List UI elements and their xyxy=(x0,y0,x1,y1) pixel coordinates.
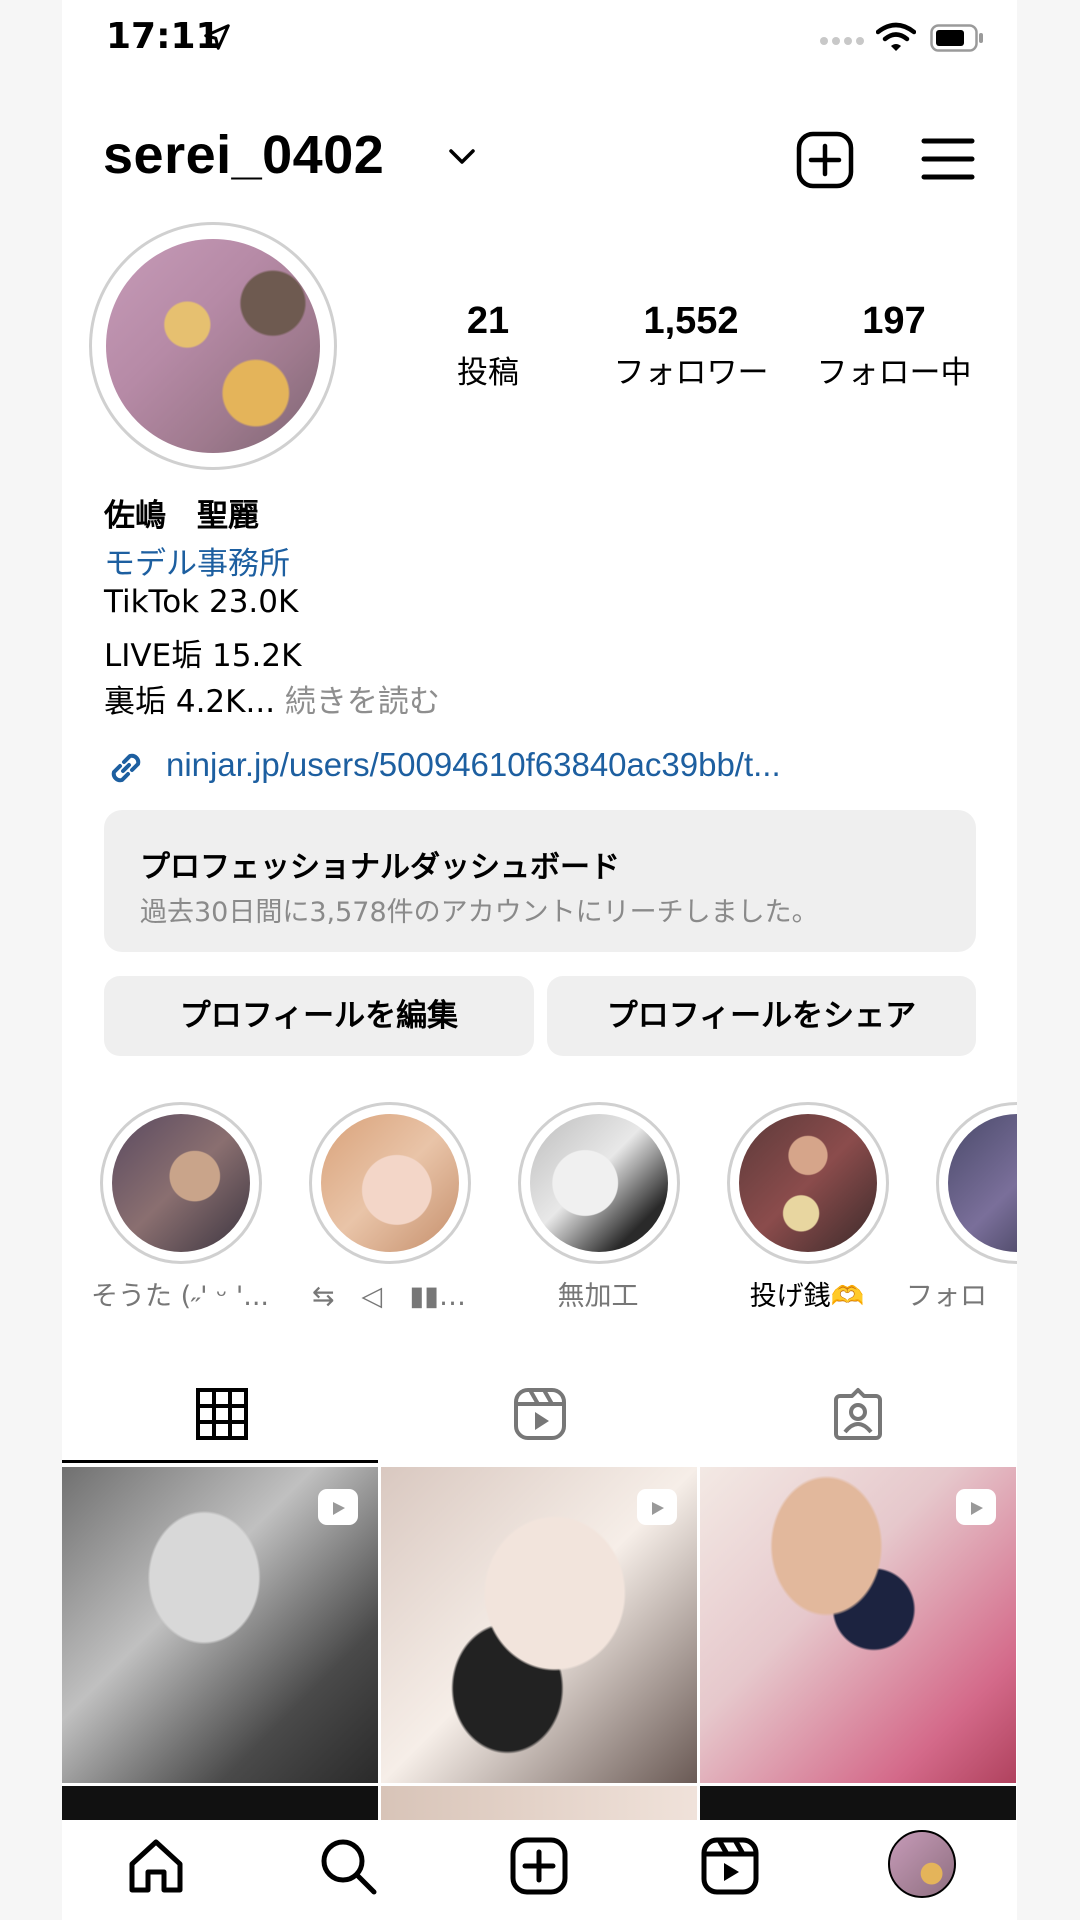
post-thumbnail[interactable] xyxy=(700,1467,1016,1783)
highlight-cover xyxy=(739,1114,877,1252)
profile-avatar[interactable] xyxy=(89,222,337,470)
stat-followers[interactable]: 1,552 フォロワー xyxy=(601,300,781,392)
profile-username[interactable]: serei_0402 xyxy=(103,124,384,186)
reels-icon xyxy=(637,1489,677,1525)
highlight-cover xyxy=(321,1114,459,1252)
dashboard-title: プロフェッショナルダッシュボード xyxy=(140,850,620,885)
profile-display-name: 佐嶋 聖麗 xyxy=(104,498,259,534)
link-icon xyxy=(111,753,141,783)
highlight-ring xyxy=(936,1102,1017,1264)
highlight-label: そうた (˶' ᵕ '... xyxy=(90,1281,270,1312)
post-thumbnail[interactable] xyxy=(381,1467,697,1783)
edit-profile-button[interactable]: プロフィールを編集 xyxy=(104,976,534,1056)
stat-posts[interactable]: 21 投稿 xyxy=(398,300,578,392)
reels-icon xyxy=(956,1489,996,1525)
highlight-label: ⇆ ◁ ▮▮… xyxy=(311,1281,467,1312)
profile-avatar-nav[interactable] xyxy=(888,1830,956,1898)
highlight-ring xyxy=(727,1102,889,1264)
tab-reels[interactable] xyxy=(380,1372,698,1462)
bio-line-3: 裏垢 4.2K... 続きを読む xyxy=(104,676,440,721)
bottom-navigation xyxy=(62,1820,1017,1920)
profile-tabs xyxy=(62,1372,1017,1462)
reels-icon xyxy=(318,1489,358,1525)
highlight-cover xyxy=(530,1114,668,1252)
bio-line-3-text: 裏垢 4.2K... xyxy=(104,684,276,720)
read-more-link[interactable]: 続きを読む xyxy=(275,684,440,720)
highlight-label: 投げ銭🫶 xyxy=(749,1281,865,1312)
stat-following[interactable]: 197 フォロー中 xyxy=(804,300,984,392)
avatar-image xyxy=(106,239,320,453)
create-icon[interactable] xyxy=(507,1834,571,1898)
create-post-button[interactable] xyxy=(796,131,854,189)
followers-count: 1,552 xyxy=(643,300,739,342)
active-tab-indicator xyxy=(62,1460,378,1463)
reels-icon[interactable] xyxy=(698,1834,762,1898)
signal-icon xyxy=(820,37,864,45)
highlight-ring xyxy=(100,1102,262,1264)
highlight-ring xyxy=(309,1102,471,1264)
tagged-user-icon xyxy=(834,1388,882,1440)
dashboard-subtitle: 過去30日間に3,578件のアカウントにリーチしました。 xyxy=(140,897,819,928)
chevron-down-icon[interactable] xyxy=(448,148,476,166)
highlight-label: 無加工 xyxy=(557,1281,639,1312)
search-icon[interactable] xyxy=(316,1834,380,1898)
status-bar: 17:11 xyxy=(62,0,1017,80)
profile-screen: 17:11 serei_0402 21 投稿 1,552 フォロワー 197 フ… xyxy=(62,0,1017,1920)
hamburger-menu-icon[interactable] xyxy=(920,134,976,184)
highlight-ring xyxy=(518,1102,680,1264)
bio-line-1: TikTok 23.0K xyxy=(104,584,299,620)
bio-link-text[interactable]: ninjar.jp/users/50094610f63840ac39bb/t..… xyxy=(166,746,781,784)
grid-icon xyxy=(196,1388,248,1440)
profile-category[interactable]: モデル事務所 xyxy=(104,538,290,583)
highlight-label: フォロ xyxy=(906,1281,987,1312)
followers-label: フォロワー xyxy=(613,355,769,391)
location-arrow-icon xyxy=(204,24,230,50)
home-icon[interactable] xyxy=(124,1834,188,1898)
tab-posts-grid[interactable] xyxy=(62,1372,380,1462)
professional-dashboard[interactable]: プロフェッショナルダッシュボード 過去30日間に3,578件のアカウントにリーチ… xyxy=(104,810,976,952)
tab-tagged[interactable] xyxy=(698,1372,1016,1462)
share-profile-button[interactable]: プロフィールをシェア xyxy=(547,976,976,1056)
post-thumbnail[interactable] xyxy=(62,1467,378,1783)
battery-icon xyxy=(930,24,983,52)
posts-label: 投稿 xyxy=(457,355,519,391)
posts-count: 21 xyxy=(466,300,510,342)
highlight-cover xyxy=(112,1114,250,1252)
bio-line-2: LIVE垢 15.2K xyxy=(104,638,302,674)
highlight-cover xyxy=(948,1114,1017,1252)
following-label: フォロー中 xyxy=(816,355,972,391)
following-count: 197 xyxy=(862,300,926,342)
reels-icon xyxy=(514,1388,566,1440)
wifi-icon xyxy=(876,22,916,51)
